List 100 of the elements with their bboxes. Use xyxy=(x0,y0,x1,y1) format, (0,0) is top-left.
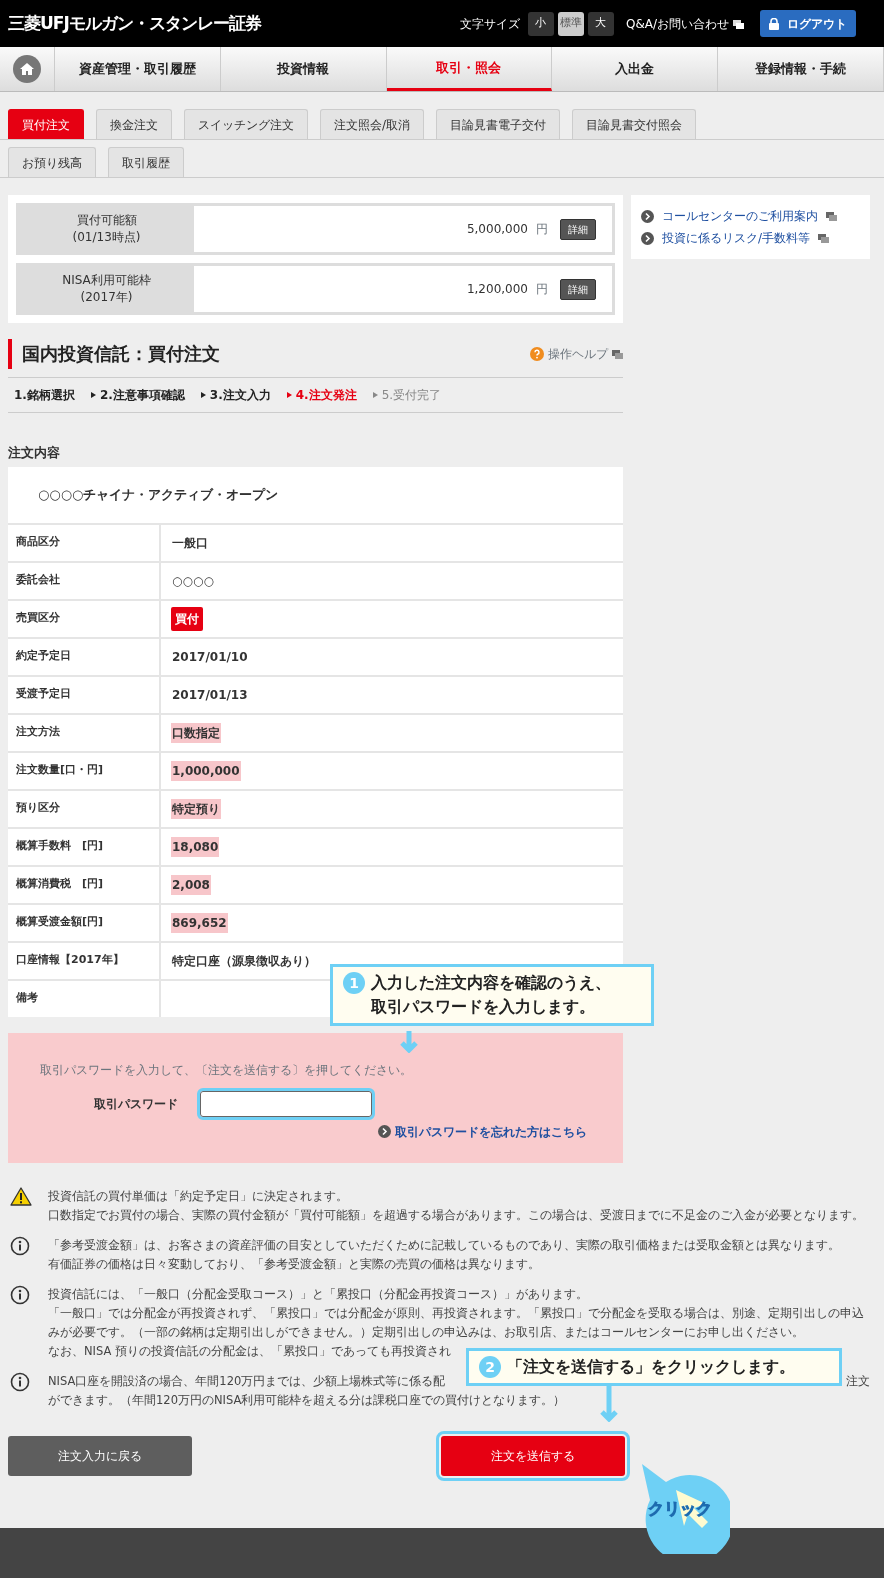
lock-icon xyxy=(769,18,779,30)
tab[interactable]: 注文照会/取消 xyxy=(320,109,425,139)
amount: 5,000,000 xyxy=(466,221,528,238)
note-text: 「一般口」では分配金が再投資されず、「累投口」では分配金が原則、再投資されます。「累投口」で分配金を受取る場合は、別途、定期引出しの申込みが必要です。（一部の銘柄は定期引出しができません。）定期引出しの申込みは、お取引店、またはコールセンターにお申し出ください。 xyxy=(48,1304,865,1341)
amount: 1,200,000 xyxy=(466,281,528,298)
step-label: 3.注文入力 xyxy=(209,387,271,404)
note-text: 注文 xyxy=(846,1372,870,1390)
note-text: 口数指定でお買付の場合、実際の買付金額が「買付可能額」を超過する場合があります。この場合は、受渡日までに不足金のご入金が必要となります。 xyxy=(48,1206,865,1224)
arrow-icon xyxy=(400,1031,418,1053)
nav-tab[interactable]: 登録情報・手続 xyxy=(718,47,884,91)
help-link[interactable]: 操作ヘルプ xyxy=(548,345,608,363)
note-text: 投資信託の買付単価は「約定予定日」に決定されます。 xyxy=(48,1187,349,1205)
back-button[interactable]: 注文入力に戻る xyxy=(8,1435,192,1476)
info-icon xyxy=(10,1235,30,1256)
step-marker-icon xyxy=(90,392,96,398)
logout-button[interactable]: ログアウト xyxy=(760,10,856,37)
row-label: 受渡予定日 xyxy=(8,676,161,713)
home-icon[interactable] xyxy=(13,55,41,83)
info-icon xyxy=(10,1371,30,1392)
tab[interactable]: 買付注文 xyxy=(8,109,84,139)
help-link[interactable]: Q&A/お問い合わせ xyxy=(625,14,729,33)
balance-sublabel: (2017年) xyxy=(79,289,134,306)
fund-name: ○○○○チャイナ・アクティブ・オープン xyxy=(38,485,279,504)
unit: 円 xyxy=(536,281,548,298)
chevron-icon xyxy=(378,1125,391,1138)
row-label: 商品区分 xyxy=(8,524,161,561)
detail-button[interactable]: 詳細 xyxy=(560,278,596,300)
window-icon xyxy=(826,212,837,221)
row-value: 口数指定 xyxy=(171,722,221,743)
side-link[interactable]: 投資に係るリスク/手数料等 xyxy=(662,229,811,247)
row-label: 注文数量[口・円] xyxy=(8,752,161,789)
note-text: なお、NISA 預りの投資信託の分配金は、「累投口」であっても再投資され xyxy=(48,1342,453,1360)
row-label: 売買区分 xyxy=(8,600,161,637)
note-text: 投資信託には、「一般口（分配金受取コース）」と「累投口（分配金再投資コース）」があります。 xyxy=(48,1285,589,1303)
callout-text: 入力した注文内容を確認のうえ、 取引パスワードを入力します。 xyxy=(371,972,611,1018)
note-text: 「参考受渡金額」は、お客さまの資産評価の目安としていただくために記載しているものであり、実際の取引価格または受取金額とは異なります。 xyxy=(48,1236,841,1254)
font-size-button[interactable]: 大 xyxy=(587,11,614,36)
click-label: クリック xyxy=(648,1498,712,1520)
balance-label: 買付可能額 xyxy=(75,212,138,229)
step-label: 4.注文発注 xyxy=(295,387,357,404)
row-value: ○○○○ xyxy=(171,572,215,590)
tab[interactable]: 換金注文 xyxy=(96,109,172,139)
tab[interactable]: 取引履歴 xyxy=(108,147,184,177)
window-icon xyxy=(733,19,744,29)
row-label: 口座情報【2017年】 xyxy=(8,942,161,979)
forgot-password-link[interactable]: 取引パスワードを忘れた方はこちら xyxy=(395,1122,587,1141)
window-icon xyxy=(612,350,623,359)
balance-label: NISA利用可能枠 xyxy=(61,272,152,289)
page-title: 国内投資信託：買付注文 xyxy=(8,339,220,369)
step-label: 2.注意事項確認 xyxy=(99,387,185,404)
row-label: 委託会社 xyxy=(8,562,161,599)
row-value: 2,008 xyxy=(171,874,211,895)
row-value: 2017/01/13 xyxy=(171,686,249,704)
row-value: 1,000,000 xyxy=(171,760,241,781)
note-text: NISA口座を開設済の場合、年間120万円までは、少額上場株式等に係る配 xyxy=(48,1372,446,1390)
tab[interactable]: お預り残高 xyxy=(8,147,96,177)
tab[interactable]: 目論見書電子交付 xyxy=(436,109,561,139)
nav-tab[interactable]: 取引・照会 xyxy=(386,47,553,91)
row-label: 備考 xyxy=(8,980,161,1017)
info-icon xyxy=(10,1284,30,1305)
nav-tab[interactable]: 資産管理・取引履歴 xyxy=(55,47,221,91)
callout-text: 「注文を送信する」をクリックします。 xyxy=(507,1356,795,1378)
row-label: 注文方法 xyxy=(8,714,161,751)
step-label: 1.銘柄選択 xyxy=(14,387,75,404)
unit: 円 xyxy=(536,221,548,238)
detail-button[interactable]: 詳細 xyxy=(560,218,596,240)
row-label: 預り区分 xyxy=(8,790,161,827)
note-text: 有価証券の価格は日々変動しており、「参考受渡金額」と実際の売買の価格は異なります。 xyxy=(48,1255,541,1273)
row-label: 概算受渡金額[円] xyxy=(8,904,161,941)
row-label: 約定予定日 xyxy=(8,638,161,675)
row-value: 869,652 xyxy=(171,912,228,933)
note-text: ができます。（年間120万円のNISA利用可能枠を超える分は課税口座での買付けとなります。） xyxy=(48,1392,566,1407)
logo[interactable]: 三菱UFJモルガン・スタンレー証券 xyxy=(8,10,261,37)
step-marker-icon xyxy=(372,392,378,398)
tab[interactable]: スイッチング注文 xyxy=(184,109,308,139)
section-heading: 注文内容 xyxy=(8,444,61,462)
side-link[interactable]: コールセンターのご利用案内 xyxy=(662,207,818,225)
row-value: 18,080 xyxy=(171,836,220,857)
row-value: 特定口座（源泉徴収あり） xyxy=(171,952,317,970)
nav-tab[interactable]: 入出金 xyxy=(552,47,719,91)
password-field[interactable] xyxy=(200,1090,372,1117)
window-icon xyxy=(818,234,830,243)
font-size-button[interactable]: 標準 xyxy=(557,11,584,36)
password-instruction: 取引パスワードを入力して、〔注文を送信する〕を押してください。 xyxy=(40,1061,413,1079)
trade-type-badge: 買付 xyxy=(171,606,203,631)
step-marker-icon xyxy=(286,392,292,398)
row-label: 概算手数料 [円] xyxy=(8,828,161,865)
row-value: 2017/01/10 xyxy=(171,648,249,666)
font-size-button[interactable]: 小 xyxy=(527,11,554,36)
nav-tab[interactable]: 投資情報 xyxy=(220,47,387,91)
password-label: 取引パスワード xyxy=(93,1095,179,1113)
balance-sublabel: (01/13時点) xyxy=(71,229,142,246)
warning-icon xyxy=(10,1186,32,1206)
step-marker-icon xyxy=(200,392,206,398)
chevron-icon xyxy=(641,209,654,223)
row-label: 概算消費税 [円] xyxy=(8,866,161,903)
help-icon xyxy=(530,347,544,361)
chevron-icon xyxy=(641,231,654,245)
step-number: 1 xyxy=(343,972,365,994)
tab[interactable]: 目論見書交付照会 xyxy=(572,109,697,139)
